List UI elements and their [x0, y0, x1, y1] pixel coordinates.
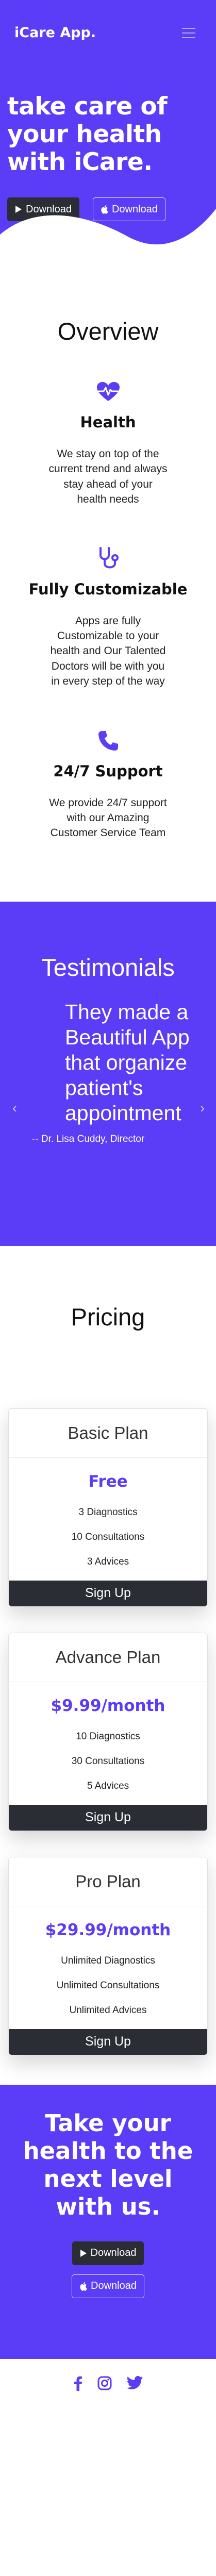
plan-card-basic: Basic Plan Free 3 Diagnostics 10 Consult…: [8, 1408, 208, 1607]
cta-download-play-button[interactable]: Download: [72, 2241, 144, 2265]
plan-feature: 3 Diagnostics: [78, 1506, 138, 1518]
overview-section: Overview Health We stay on top of the cu…: [0, 260, 216, 841]
feature-text-customizable: Apps are fully Customizable to your heal…: [50, 614, 166, 688]
plan-card-pro: Pro Plan $29.99/month Unlimited Diagnost…: [8, 1856, 208, 2055]
plan-feature: 3 Advices: [87, 1556, 129, 1567]
feature-customizable: Fully Customizable Apps are fully Custom…: [0, 543, 216, 689]
feature-title-support: 24/7 Support: [53, 762, 163, 780]
feature-support: 24/7 Support We provide 24/7 support wit…: [0, 725, 216, 841]
sign-up-button-advance[interactable]: Sign Up: [9, 1804, 207, 1831]
feature-text-health: We stay on top of the current trend and …: [48, 448, 168, 506]
cta-title: Take your health to the next level with …: [23, 2109, 193, 2220]
sign-up-button-pro[interactable]: Sign Up: [9, 2029, 207, 2055]
plan-name: Pro Plan: [9, 1857, 207, 1906]
instagram-icon[interactable]: [97, 2375, 112, 2416]
plan-feature: Unlimited Consultations: [56, 1980, 160, 1991]
hamburger-menu-icon[interactable]: [182, 27, 195, 38]
pricing-section: Pricing Basic Plan Free 3 Diagnostics 10…: [0, 1246, 216, 2055]
feature-text-support: We provide 24/7 support with our Amazing…: [49, 796, 167, 839]
pricing-plans: Basic Plan Free 3 Diagnostics 10 Consult…: [0, 1408, 216, 2055]
testimonial-author: -- Dr. Lisa Cuddy, Director: [32, 1133, 145, 1144]
brand-logo[interactable]: iCare App.: [14, 25, 96, 41]
navbar: iCare App.: [14, 25, 195, 41]
plan-features: 10 Diagnostics 30 Consultations 5 Advice…: [9, 1724, 207, 1799]
hero-section: iCare App. take care of your health with…: [0, 0, 216, 260]
feature-health: Health We stay on top of the current tre…: [0, 376, 216, 507]
carousel-next-icon[interactable]: ›: [200, 1100, 205, 1116]
feature-title-health: Health: [80, 413, 136, 431]
pricing-title: Pricing: [71, 1303, 145, 1331]
cta-download-apple-button[interactable]: Download: [72, 2274, 144, 2298]
overview-title: Overview: [57, 318, 159, 345]
plan-feature: Unlimited Advices: [69, 2004, 147, 2016]
plan-card-advance: Advance Plan $9.99/month 10 Diagnostics …: [8, 1632, 208, 1831]
carousel-prev-icon[interactable]: ‹: [12, 1100, 17, 1116]
heartbeat-icon: [0, 376, 216, 407]
feature-title-customizable: Fully Customizable: [28, 580, 188, 598]
apple-icon: [80, 2282, 87, 2291]
plan-feature: 10 Consultations: [71, 1531, 145, 1542]
hero-title: take care of your health with iCare.: [7, 92, 168, 177]
twitter-icon[interactable]: [126, 2375, 143, 2416]
plan-price: $9.99/month: [51, 1696, 165, 1715]
plan-price: $29.99/month: [45, 1920, 171, 1939]
plan-features: Unlimited Diagnostics Unlimited Consulta…: [9, 1949, 207, 2023]
testimonial-quote: They made a Beautiful App that organize …: [65, 1000, 190, 1125]
phone-icon: [0, 725, 216, 756]
facebook-icon[interactable]: [73, 2375, 82, 2416]
cta-section: Take your health to the next level with …: [0, 2084, 216, 2359]
stethoscope-icon: [0, 543, 216, 574]
play-icon: [80, 2249, 87, 2257]
testimonials-section: Testimonials ‹ They made a Beautiful App…: [0, 901, 216, 1246]
plan-feature: 10 Diagnostics: [76, 1731, 140, 1742]
testimonials-title: Testimonials: [41, 953, 175, 981]
hero-wave-divider: [0, 209, 216, 260]
sign-up-button-basic[interactable]: Sign Up: [9, 1580, 207, 1606]
plan-name: Basic Plan: [9, 1409, 207, 1458]
plan-features: 3 Diagnostics 10 Consultations 3 Advices: [9, 1500, 207, 1574]
plan-name: Advance Plan: [9, 1633, 207, 1682]
footer-social: [0, 2359, 216, 2416]
plan-feature: 30 Consultations: [71, 1755, 145, 1767]
plan-feature: 5 Advices: [87, 1780, 129, 1791]
plan-feature: Unlimited Diagnostics: [61, 1955, 155, 1966]
plan-price: Free: [88, 1472, 128, 1491]
cta-download-buttons: Download Download: [0, 2241, 216, 2298]
